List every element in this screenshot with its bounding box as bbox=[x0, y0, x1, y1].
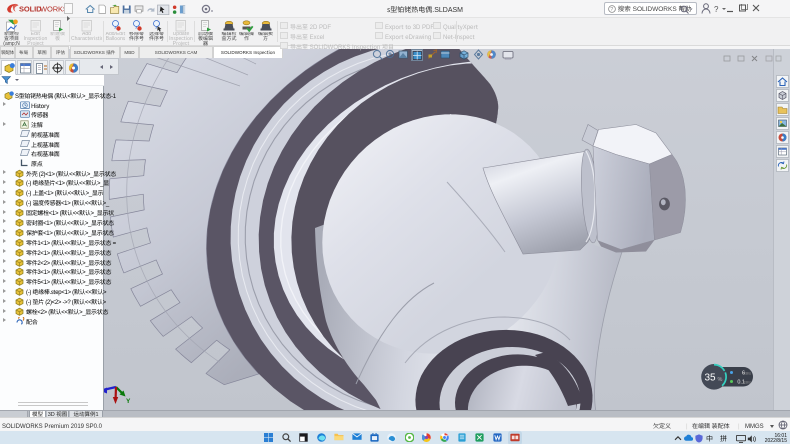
svg-text:Y: Y bbox=[126, 395, 131, 405]
svg-text:SOLID: SOLID bbox=[19, 5, 42, 14]
svg-text:WORKS: WORKS bbox=[40, 5, 65, 14]
svg-text:KB/s: KB/s bbox=[743, 381, 751, 385]
svg-text:?: ? bbox=[610, 5, 613, 13]
svg-text:%: % bbox=[718, 377, 723, 383]
svg-text:KB/s: KB/s bbox=[743, 372, 751, 376]
svg-text:35: 35 bbox=[705, 373, 717, 384]
